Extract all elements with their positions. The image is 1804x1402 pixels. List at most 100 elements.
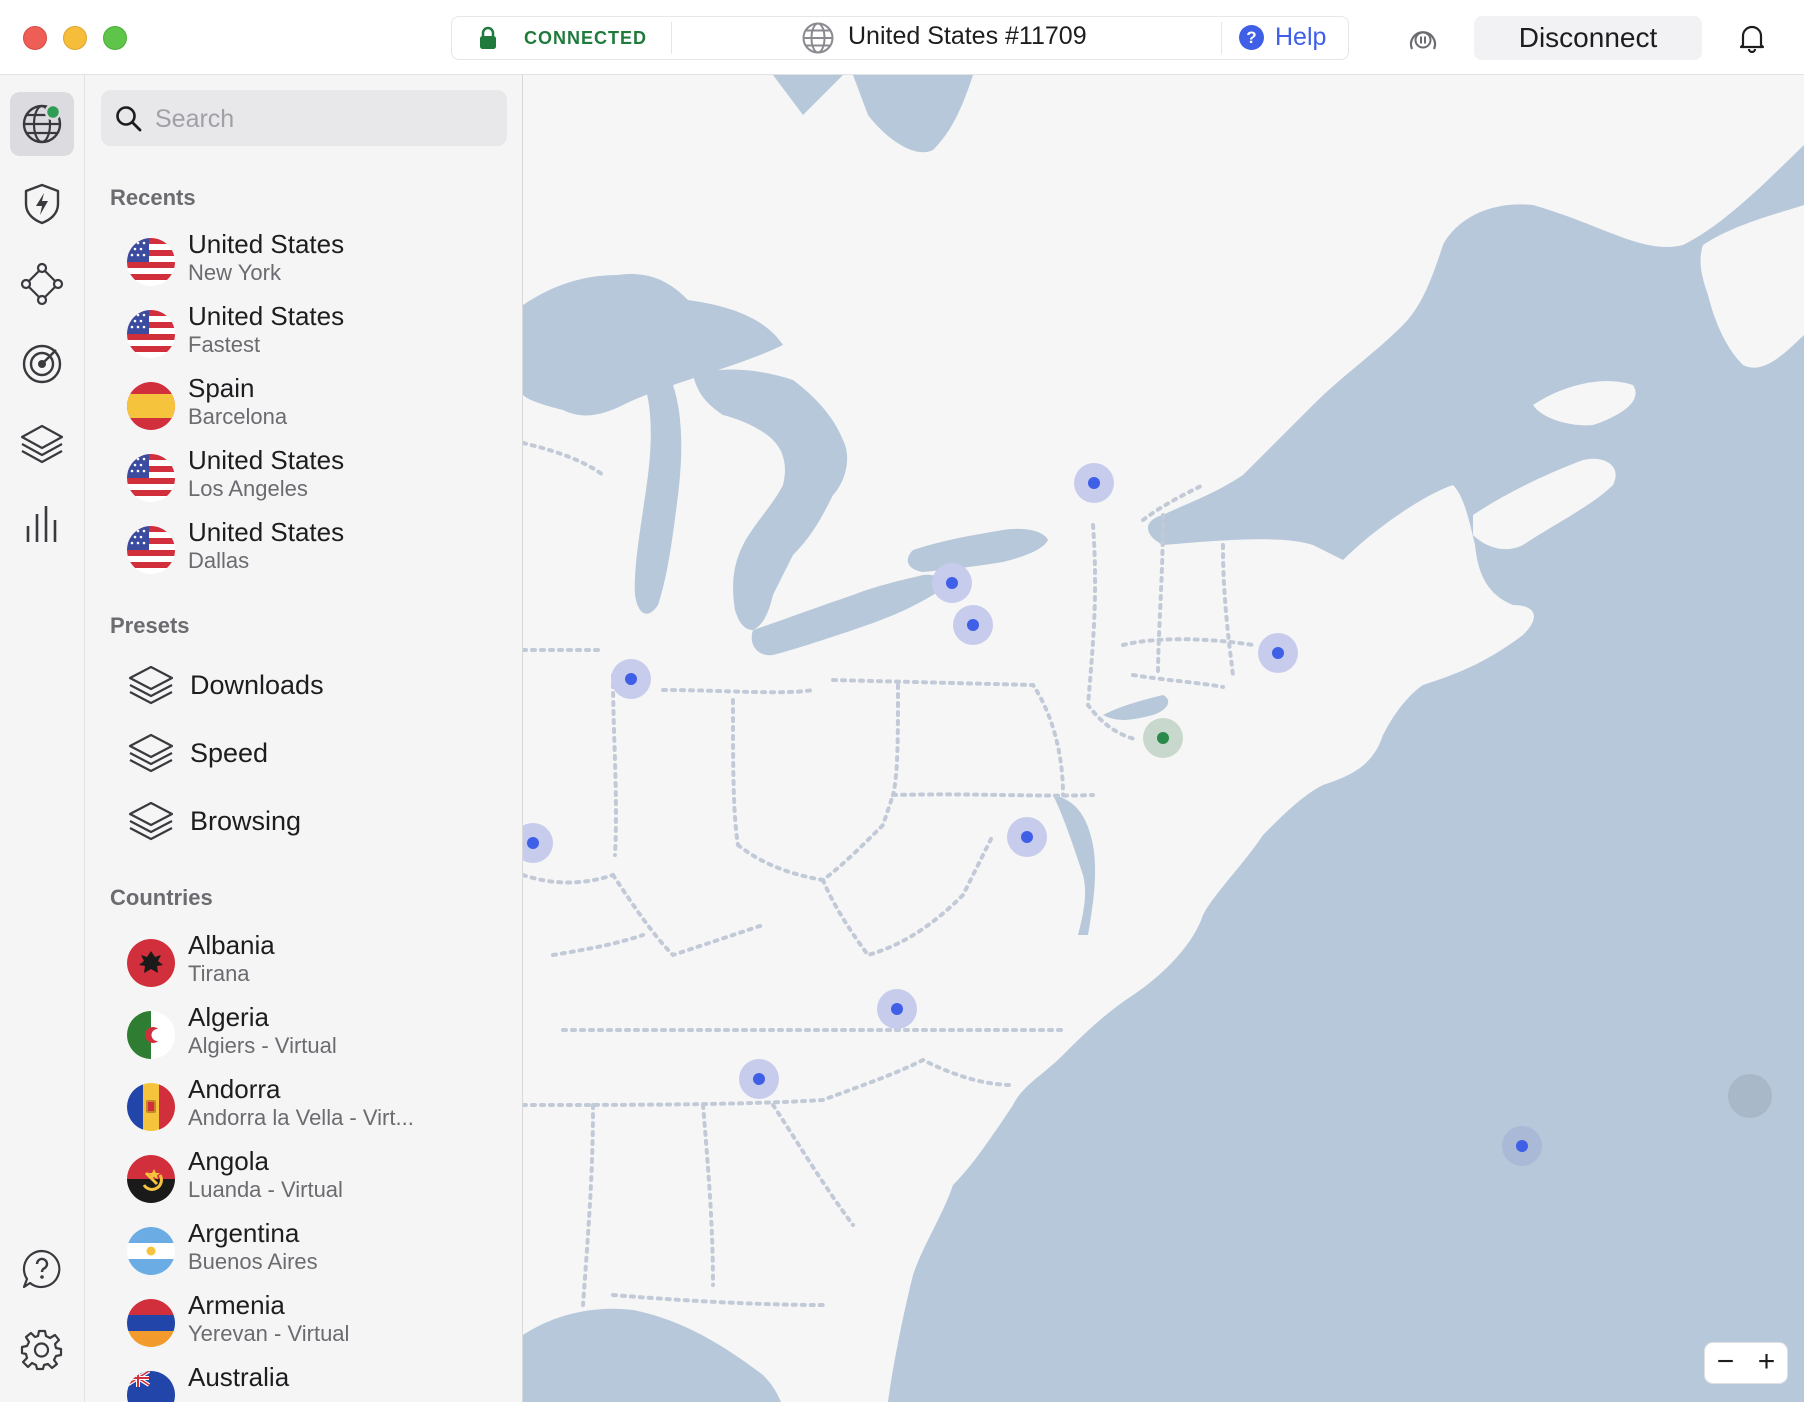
bell-icon[interactable] (1739, 23, 1765, 53)
country-item-andorra[interactable]: Andorra Andorra la Vella - Virt... (107, 1074, 507, 1140)
location-city: Andorra la Vella - Virt... (188, 1105, 414, 1130)
rail-threat-protection-button[interactable] (10, 172, 74, 236)
map-land (1533, 381, 1636, 426)
location-city: Luanda - Virtual (188, 1177, 343, 1202)
server-list-panel: Recents United States New York United St… (85, 75, 523, 1402)
country-item-argentina[interactable]: Argentina Buenos Aires (107, 1218, 507, 1284)
location-city: Algiers - Virtual (188, 1033, 337, 1058)
window-minimize-button[interactable] (63, 26, 87, 50)
location-country: Albania (188, 930, 275, 960)
stats-icon (26, 506, 57, 542)
settings-icon (20, 1329, 63, 1371)
location-country: Argentina (188, 1218, 300, 1248)
layers-icon (128, 733, 174, 773)
dark-web-monitor-icon (22, 344, 62, 384)
preset-label: Browsing (190, 806, 302, 836)
rail-support-button[interactable] (10, 1237, 74, 1301)
rail-dark-web-monitor-button[interactable] (10, 332, 74, 396)
presets-heading: Presets (110, 613, 190, 638)
albania-flag-icon (127, 939, 175, 987)
armenia-flag-icon (127, 1299, 175, 1347)
divider (671, 22, 672, 54)
help-link[interactable]: Help (1275, 23, 1326, 52)
recent-item[interactable]: United States New York (107, 229, 507, 295)
rail-settings-button[interactable] (10, 1317, 74, 1381)
us-flag-icon (127, 310, 175, 358)
server-marker[interactable] (1728, 1074, 1772, 1118)
disconnect-button[interactable]: Disconnect (1474, 16, 1702, 60)
map-land (1700, 205, 1804, 368)
lock-icon (480, 26, 496, 49)
location-country: United States (188, 445, 345, 475)
rail-stats-button[interactable] (10, 492, 74, 556)
location-country: Spain (188, 373, 255, 403)
location-country: Andorra (188, 1074, 281, 1104)
preset-item-downloads[interactable]: Downloads (107, 656, 507, 716)
server-map[interactable]: − + (523, 75, 1804, 1402)
threat-protection-icon (24, 183, 60, 225)
help-icon[interactable]: ? (1239, 25, 1264, 50)
preset-item-browsing[interactable]: Browsing (107, 792, 507, 852)
preset-label: Downloads (190, 670, 324, 700)
recent-item[interactable]: Spain Barcelona (107, 373, 507, 439)
preset-label: Speed (190, 738, 269, 768)
server-name: United States #11709 (848, 22, 1087, 50)
rail-specialty-servers-button[interactable] (10, 412, 74, 476)
location-city: Los Angeles (188, 476, 308, 501)
navigation-rail (0, 75, 85, 1402)
location-country: Angola (188, 1146, 269, 1176)
location-city: Tirana (188, 961, 250, 986)
support-icon (22, 1249, 61, 1289)
location-city: Barcelona (188, 404, 288, 429)
window-maximize-button[interactable] (103, 26, 127, 50)
divider (1221, 22, 1222, 54)
country-item-albania[interactable]: Albania Tirana (107, 930, 507, 996)
search-icon (116, 106, 142, 132)
layers-icon (128, 665, 174, 705)
angola-flag-icon (127, 1155, 175, 1203)
zoom-out-button[interactable]: − (1705, 1343, 1746, 1383)
preset-item-speed[interactable]: Speed (107, 724, 507, 784)
globe-icon (22, 103, 62, 144)
location-country: Australia (188, 1362, 290, 1392)
meshnet-icon (20, 262, 64, 306)
location-country: United States (188, 517, 345, 547)
country-item-australia[interactable]: Australia (107, 1362, 507, 1402)
search-box[interactable] (101, 90, 507, 146)
window-close-button[interactable] (23, 26, 47, 50)
search-input[interactable] (153, 98, 487, 140)
layers-icon (128, 801, 174, 841)
recent-item[interactable]: United States Fastest (107, 301, 507, 367)
pause-connection-icon[interactable] (1406, 24, 1440, 54)
country-item-angola[interactable]: Angola Luanda - Virtual (107, 1146, 507, 1212)
connection-status-text: CONNECTED (524, 28, 648, 48)
map-land (1473, 458, 1616, 550)
rail-meshnet-button[interactable] (10, 252, 74, 316)
us-flag-icon (127, 238, 175, 286)
location-country: Algeria (188, 1002, 269, 1032)
country-item-algeria[interactable]: Algeria Algiers - Virtual (107, 1002, 507, 1068)
recents-heading: Recents (110, 185, 196, 210)
us-flag-icon (127, 454, 175, 502)
zoom-in-button[interactable]: + (1746, 1343, 1787, 1383)
specialty-servers-icon (20, 424, 64, 464)
country-item-armenia[interactable]: Armenia Yerevan - Virtual (107, 1290, 507, 1356)
australia-flag-icon (127, 1371, 175, 1402)
location-country: United States (188, 229, 345, 259)
location-city: Dallas (188, 548, 250, 573)
location-city: Fastest (188, 332, 261, 357)
recent-item[interactable]: United States Los Angeles (107, 445, 507, 511)
argentina-flag-icon (127, 1227, 175, 1275)
rail-globe-button[interactable] (10, 92, 74, 156)
us-flag-icon (127, 526, 175, 574)
algeria-flag-icon (127, 1011, 175, 1059)
location-city: New York (188, 260, 281, 285)
spain-flag-icon (127, 382, 175, 430)
title-bar: CONNECTED United States #11709 ? Help Di… (0, 0, 1804, 75)
map-canvas (523, 75, 1804, 1402)
location-country: Armenia (188, 1290, 285, 1320)
zoom-control: − + (1705, 1343, 1787, 1383)
location-city: Buenos Aires (188, 1249, 318, 1274)
countries-heading: Countries (110, 885, 213, 910)
recent-item[interactable]: United States Dallas (107, 517, 507, 583)
